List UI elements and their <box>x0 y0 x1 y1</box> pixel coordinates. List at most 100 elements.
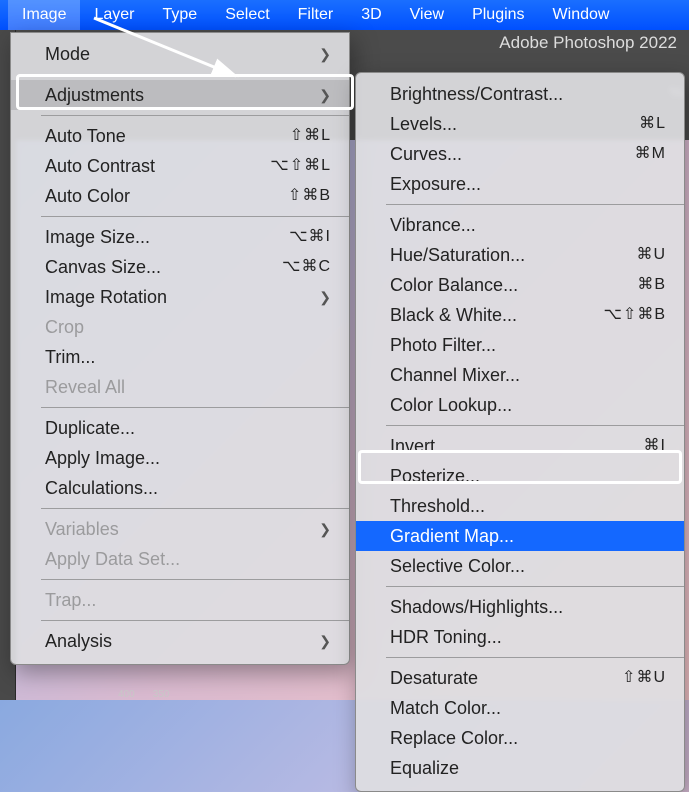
menu-item-gradient-map[interactable]: Gradient Map... <box>356 521 684 551</box>
menu-item-channel-mixer[interactable]: Channel Mixer... <box>356 360 684 390</box>
menu-item-color-balance[interactable]: Color Balance...⌘B <box>356 270 684 300</box>
menu-item-shortcut: ⌘I <box>644 434 666 458</box>
menu-item-calculations[interactable]: Calculations... <box>11 473 349 503</box>
menu-item-shortcut: ⌥⇧⌘L <box>270 154 331 178</box>
menu-item-threshold[interactable]: Threshold... <box>356 491 684 521</box>
menu-item-label: Color Balance... <box>390 273 637 297</box>
menubar-item-select[interactable]: Select <box>211 0 283 30</box>
menu-item-label: Trap... <box>45 588 331 612</box>
menu-adjustments: Brightness/Contrast... Levels...⌘LCurves.… <box>355 72 685 792</box>
menu-item-equalize[interactable]: Equalize <box>356 753 684 783</box>
menu-item-curves[interactable]: Curves...⌘M <box>356 139 684 169</box>
menu-item-trim[interactable]: Trim... <box>11 342 349 372</box>
menu-separator <box>41 74 349 75</box>
menu-separator <box>41 579 349 580</box>
menu-item-replace-color[interactable]: Replace Color... <box>356 723 684 753</box>
menu-item-label: Canvas Size... <box>45 255 282 279</box>
menu-item-shortcut: ⇧⌘L <box>290 124 331 148</box>
menu-item-label: Desaturate <box>390 666 622 690</box>
menu-item-color-lookup[interactable]: Color Lookup... <box>356 390 684 420</box>
menu-item-label: Invert <box>390 434 644 458</box>
menu-item-label: Equalize <box>390 756 666 780</box>
menu-separator <box>386 425 684 426</box>
menubar-item-plugins[interactable]: Plugins <box>458 0 538 30</box>
menu-item-label: Replace Color... <box>390 726 666 750</box>
ruler-mark: 400 <box>118 689 135 700</box>
chevron-right-icon: ❯ <box>319 285 331 309</box>
menu-item-label: Duplicate... <box>45 416 331 440</box>
menubar-item-filter[interactable]: Filter <box>284 0 348 30</box>
menu-item-selective-color[interactable]: Selective Color... <box>356 551 684 581</box>
menubar-item-layer[interactable]: Layer <box>80 0 148 30</box>
menu-separator <box>41 620 349 621</box>
menu-item-invert[interactable]: Invert⌘I <box>356 431 684 461</box>
menu-item-auto-color[interactable]: Auto Color⇧⌘B <box>11 181 349 211</box>
menu-item-shortcut: ⌥⌘C <box>282 255 331 279</box>
menu-item-mode[interactable]: Mode❯ <box>11 39 349 69</box>
menu-item-label: Selective Color... <box>390 554 666 578</box>
menu-item-image-size[interactable]: Image Size...⌥⌘I <box>11 222 349 252</box>
menu-item-canvas-size[interactable]: Canvas Size...⌥⌘C <box>11 252 349 282</box>
menu-item-label: Adjustments <box>45 83 319 107</box>
menu-item-shortcut: ⌥⇧⌘B <box>603 303 666 327</box>
menu-item-crop: Crop <box>11 312 349 342</box>
menu-item-label: Auto Tone <box>45 124 290 148</box>
menu-item-hdr-toning[interactable]: HDR Toning... <box>356 622 684 652</box>
menubar-item-view[interactable]: View <box>396 0 458 30</box>
menu-item-label: Mode <box>45 42 319 66</box>
menu-item-adjustments[interactable]: Adjustments❯ <box>11 80 349 110</box>
menu-item-auto-contrast[interactable]: Auto Contrast⌥⇧⌘L <box>11 151 349 181</box>
menu-separator <box>41 407 349 408</box>
menu-item-shortcut: ⌘M <box>635 142 666 166</box>
menubar-item-type[interactable]: Type <box>149 0 212 30</box>
menu-item-image-rotation[interactable]: Image Rotation❯ <box>11 282 349 312</box>
menu-item-shortcut: ⇧⌘B <box>288 184 331 208</box>
menu-item-black-white[interactable]: Black & White...⌥⇧⌘B <box>356 300 684 330</box>
menu-item-trap: Trap... <box>11 585 349 615</box>
menu-item-label: Gradient Map... <box>390 524 666 548</box>
menu-item-match-color[interactable]: Match Color... <box>356 693 684 723</box>
menu-item-brightness-contrast[interactable]: Brightness/Contrast... <box>356 79 684 109</box>
menu-item-label: Color Lookup... <box>390 393 666 417</box>
menu-item-duplicate[interactable]: Duplicate... <box>11 413 349 443</box>
menu-item-label: HDR Toning... <box>390 625 666 649</box>
menu-item-photo-filter[interactable]: Photo Filter... <box>356 330 684 360</box>
menu-item-label: Calculations... <box>45 476 331 500</box>
menu-item-label: Auto Color <box>45 184 288 208</box>
menu-item-posterize[interactable]: Posterize... <box>356 461 684 491</box>
menu-separator <box>386 657 684 658</box>
menu-item-label: Auto Contrast <box>45 154 270 178</box>
menu-item-shadows-highlights[interactable]: Shadows/Highlights... <box>356 592 684 622</box>
menubar-item-3d[interactable]: 3D <box>347 0 395 30</box>
menu-item-label: Exposure... <box>390 172 666 196</box>
menu-item-hue-saturation[interactable]: Hue/Saturation...⌘U <box>356 240 684 270</box>
menu-item-desaturate[interactable]: Desaturate⇧⌘U <box>356 663 684 693</box>
menu-item-shortcut: ⌘B <box>637 273 666 297</box>
chevron-right-icon: ❯ <box>319 83 331 107</box>
menu-item-label: Apply Image... <box>45 446 331 470</box>
menubar-item-window[interactable]: Window <box>539 0 624 30</box>
menu-item-shortcut: ⌘L <box>639 112 666 136</box>
menu-item-label: Trim... <box>45 345 331 369</box>
menu-item-analysis[interactable]: Analysis❯ <box>11 626 349 656</box>
chevron-right-icon: ❯ <box>319 42 331 66</box>
menu-item-label: Crop <box>45 315 331 339</box>
menu-item-label: Brightness/Contrast... <box>390 82 666 106</box>
menu-item-apply-data-set: Apply Data Set... <box>11 544 349 574</box>
chevron-right-icon: ❯ <box>319 629 331 653</box>
menu-item-label: Reveal All <box>45 375 331 399</box>
menubar-item-image[interactable]: Image <box>8 0 80 30</box>
menu-item-label: Image Size... <box>45 225 289 249</box>
menu-item-shortcut: ⇧⌘U <box>622 666 666 690</box>
menu-item-shortcut: ⌥⌘I <box>289 225 331 249</box>
menu-item-vibrance[interactable]: Vibrance... <box>356 210 684 240</box>
menu-item-apply-image[interactable]: Apply Image... <box>11 443 349 473</box>
menu-item-auto-tone[interactable]: Auto Tone⇧⌘L <box>11 121 349 151</box>
menu-item-label: Posterize... <box>390 464 666 488</box>
menu-item-label: Threshold... <box>390 494 666 518</box>
menubar: Image Layer Type Select Filter 3D View P… <box>0 0 689 30</box>
menu-item-exposure[interactable]: Exposure... <box>356 169 684 199</box>
menu-item-levels[interactable]: Levels...⌘L <box>356 109 684 139</box>
menu-item-label: Shadows/Highlights... <box>390 595 666 619</box>
menu-separator <box>386 586 684 587</box>
